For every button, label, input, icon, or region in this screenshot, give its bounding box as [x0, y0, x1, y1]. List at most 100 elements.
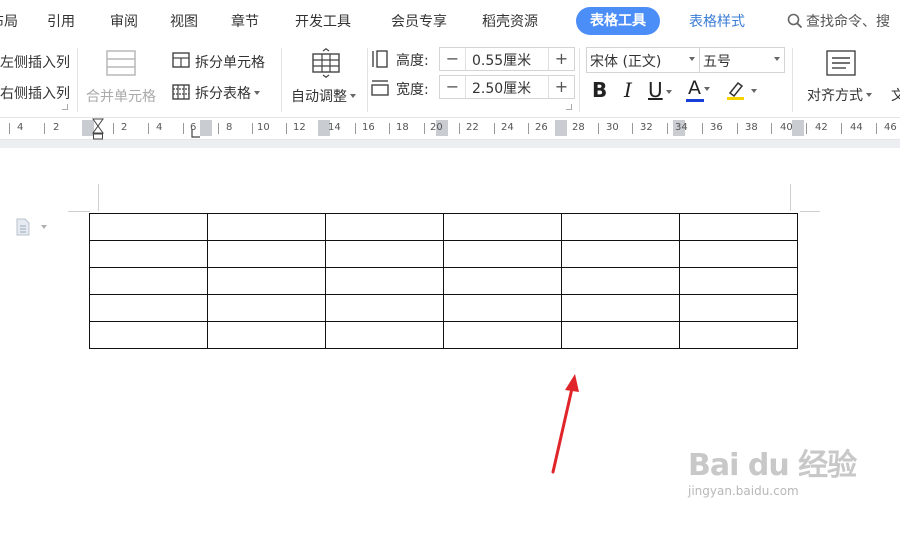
increase-width-button[interactable]: +	[548, 76, 574, 98]
tab-section[interactable]: 章节	[231, 11, 259, 31]
table-cell[interactable]	[89, 294, 208, 322]
table-cell[interactable]	[325, 213, 444, 241]
table-cell[interactable]	[443, 294, 562, 322]
column-width-icon	[371, 80, 389, 100]
paragraph-menu[interactable]	[15, 218, 47, 240]
merge-cells-button[interactable]: 合并单元格	[86, 86, 156, 106]
table-cell[interactable]	[561, 267, 680, 295]
table-cell[interactable]	[89, 240, 208, 268]
font-color-button[interactable]: A	[688, 77, 710, 99]
ruler-column-marker[interactable]	[200, 120, 212, 136]
table-cell[interactable]	[89, 321, 208, 349]
table-cell[interactable]	[325, 267, 444, 295]
table-cell[interactable]	[207, 267, 326, 295]
increase-height-button[interactable]: +	[548, 48, 574, 70]
table-cell[interactable]	[443, 321, 562, 349]
width-label: 宽度:	[396, 82, 429, 98]
table-cell[interactable]	[89, 213, 208, 241]
underline-label: U	[648, 78, 663, 102]
ruler-column-marker[interactable]	[555, 120, 567, 136]
table-cell[interactable]	[561, 294, 680, 322]
auto-fit-button[interactable]: 自动调整	[291, 86, 356, 106]
table-cell[interactable]	[679, 240, 798, 268]
ruler-tick	[771, 123, 772, 134]
group-expand-icon[interactable]	[566, 104, 572, 110]
chevron-down-icon	[254, 91, 260, 95]
insert-right-column-button[interactable]: 在右侧插入列	[0, 83, 70, 103]
margin-corner-mark	[98, 184, 99, 211]
tab-developer[interactable]: 开发工具	[295, 11, 351, 31]
split-table-button[interactable]: 拆分表格	[195, 83, 260, 103]
split-cells-button[interactable]: 拆分单元格	[195, 52, 265, 72]
chevron-down-icon	[350, 94, 356, 98]
horizontal-ruler[interactable]: 4 2 2 4 6 8 10 12 14 16 18 20 22 24 26 2…	[0, 118, 900, 140]
table-cell[interactable]	[207, 240, 326, 268]
table-cell[interactable]	[561, 240, 680, 268]
column-width-value[interactable]: 2.50厘米	[472, 78, 531, 98]
ruler-label: 2	[121, 122, 128, 133]
tab-member[interactable]: 会员专享	[391, 11, 447, 31]
tab-docer[interactable]: 稻壳资源	[482, 11, 538, 31]
table-cell[interactable]	[325, 321, 444, 349]
font-color-label: A	[688, 77, 701, 99]
ruler-label: 28	[572, 122, 585, 133]
table-cell[interactable]	[679, 321, 798, 349]
row-height-icon	[372, 50, 388, 72]
indent-hourglass-icon[interactable]	[92, 118, 104, 140]
height-label: 高度:	[396, 53, 429, 69]
ribbon-divider	[281, 48, 282, 112]
column-width-stepper[interactable]: − 2.50厘米 +	[439, 75, 575, 99]
table-cell[interactable]	[325, 240, 444, 268]
ruler-label: 10	[257, 122, 270, 133]
table-cell[interactable]	[443, 267, 562, 295]
decrease-height-button[interactable]: −	[440, 48, 466, 70]
table-cell[interactable]	[207, 294, 326, 322]
table-cell[interactable]	[89, 267, 208, 295]
ruler-tick	[113, 123, 114, 134]
row-height-value[interactable]: 0.55厘米	[472, 50, 531, 70]
align-button[interactable]: 对齐方式	[807, 85, 872, 105]
annotation-arrow-icon	[551, 374, 579, 474]
tab-table-style[interactable]: 表格样式	[689, 11, 745, 31]
table-cell[interactable]	[679, 294, 798, 322]
ruler-column-marker[interactable]	[792, 120, 804, 136]
ruler-tick	[667, 123, 668, 134]
table-cell[interactable]	[679, 267, 798, 295]
document-table[interactable]	[89, 213, 798, 349]
ruler-tick	[9, 123, 10, 134]
table-cell[interactable]	[561, 213, 680, 241]
search-placeholder: 查找命令、搜	[806, 14, 890, 30]
highlight-button[interactable]	[726, 80, 757, 104]
font-name-select[interactable]: 宋体 (正文)	[586, 47, 700, 73]
command-search[interactable]: 查找命令、搜	[787, 11, 890, 31]
underline-button[interactable]: U	[648, 78, 672, 102]
chevron-down-icon	[689, 57, 695, 61]
row-height-stepper[interactable]: − 0.55厘米 +	[439, 47, 575, 71]
italic-button[interactable]: I	[624, 78, 632, 102]
table-cell[interactable]	[207, 213, 326, 241]
table-cell[interactable]	[679, 213, 798, 241]
decrease-width-button[interactable]: −	[440, 76, 466, 98]
ruler-tick	[183, 123, 184, 134]
table-cell[interactable]	[325, 294, 444, 322]
tab-stop-icon[interactable]	[191, 128, 201, 138]
table-row	[89, 267, 798, 295]
table-cell[interactable]	[443, 213, 562, 241]
table-cell[interactable]	[207, 321, 326, 349]
ruler-label: 2	[53, 122, 60, 133]
text-direction-button[interactable]: 文	[891, 85, 900, 105]
font-size-select[interactable]: 五号	[699, 47, 785, 73]
table-cell[interactable]	[561, 321, 680, 349]
watermark-url: jingyan.baidu.com	[688, 484, 799, 498]
tab-table-tools[interactable]: 表格工具	[576, 7, 660, 35]
ruler-label: 26	[535, 122, 548, 133]
tab-review[interactable]: 审阅	[110, 11, 138, 31]
watermark-logo: Bai du 经验	[688, 448, 857, 483]
bold-button[interactable]: B	[592, 78, 607, 102]
tab-references[interactable]: 引用	[47, 11, 75, 31]
tab-view[interactable]: 视图	[170, 11, 198, 31]
group-expand-icon[interactable]	[62, 104, 68, 110]
tab-layout[interactable]: 布局	[0, 11, 18, 31]
table-cell[interactable]	[443, 240, 562, 268]
insert-left-column-button[interactable]: 在左侧插入列	[0, 52, 70, 72]
